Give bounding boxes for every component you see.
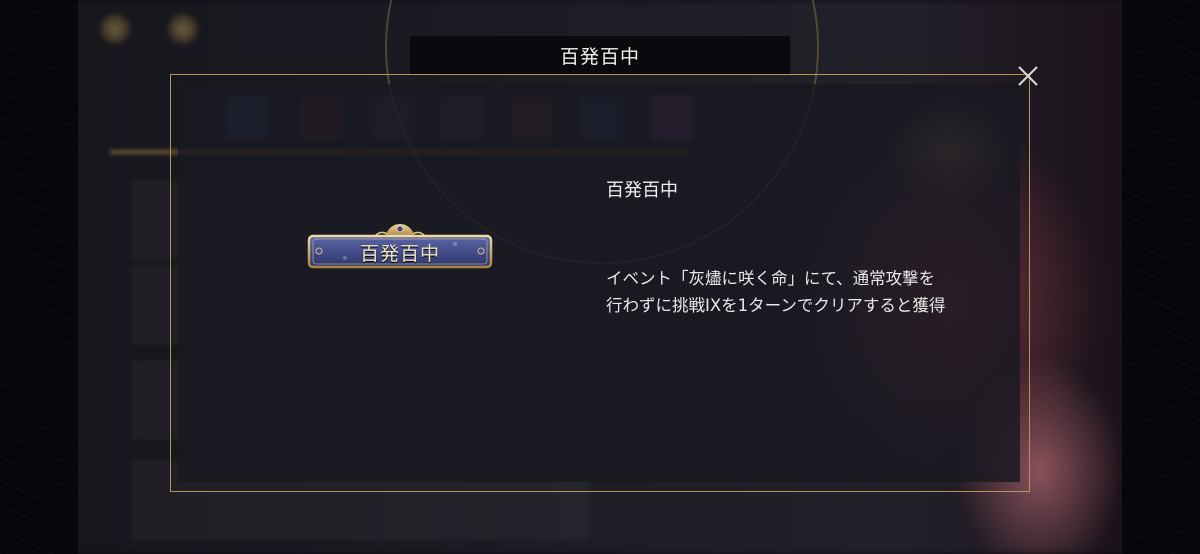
background-menu-icon xyxy=(100,14,130,44)
background-side-pattern-left xyxy=(0,0,78,554)
description-line: 行わずに挑戦IXを1ターンでクリアすると獲得 xyxy=(606,296,946,315)
dialog-title: 百発百中 xyxy=(410,36,790,74)
achievement-name: 百発百中 xyxy=(606,180,678,201)
close-icon xyxy=(1018,66,1038,86)
close-button[interactable] xyxy=(1012,60,1044,92)
title-badge: 百発百中 xyxy=(305,220,495,270)
background-side-pattern-right xyxy=(1122,0,1200,554)
screen: 百発百中 百発百中 百発百中 イベント「灰燼に咲く命」にて、通常攻撃を 行わずに… xyxy=(0,0,1200,554)
description-line: イベント「灰燼に咲く命」にて、通常攻撃を xyxy=(606,269,936,288)
background-menu-icon xyxy=(168,14,198,44)
badge-label: 百発百中 xyxy=(359,242,440,265)
achievement-description: イベント「灰燼に咲く命」にて、通常攻撃を 行わずに挑戦IXを1ターンでクリアする… xyxy=(606,265,1006,319)
